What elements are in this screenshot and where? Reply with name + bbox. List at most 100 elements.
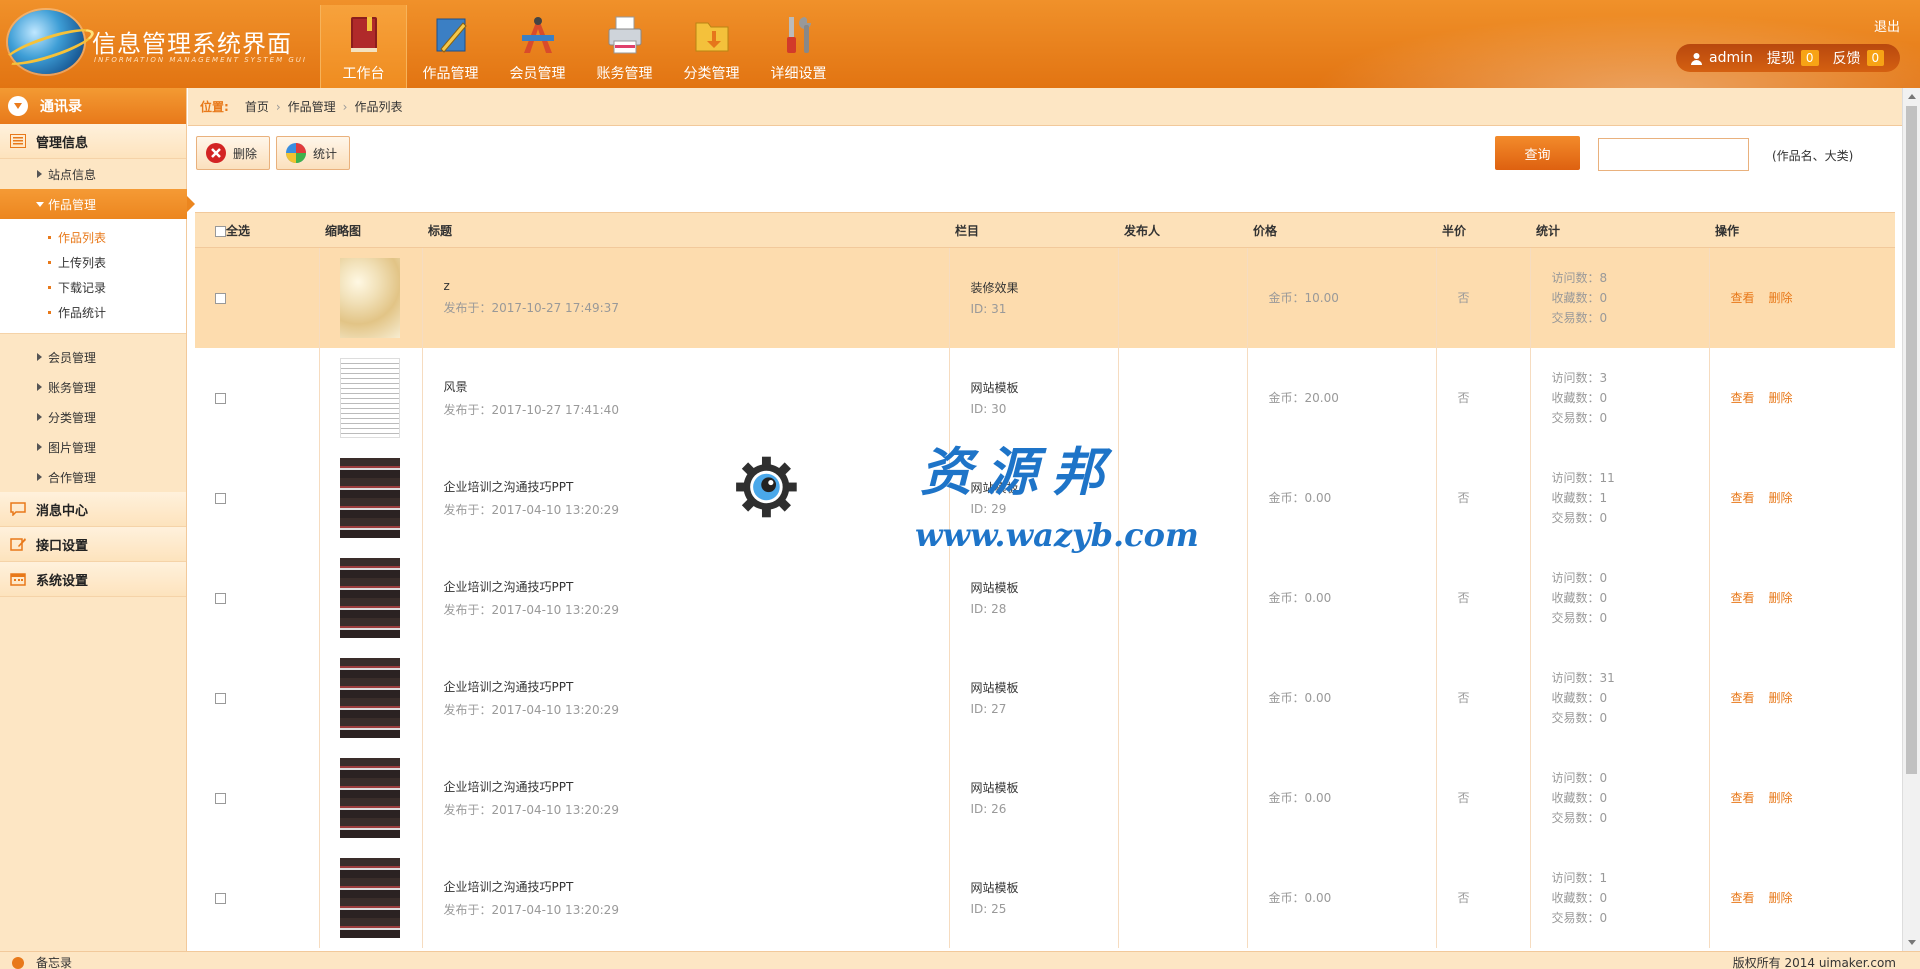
sidebar-item-accounts[interactable]: 账务管理 — [0, 372, 186, 402]
withdraw-link[interactable]: 提现 — [1767, 48, 1795, 68]
half-price-cell: 否 — [1436, 347, 1531, 448]
copyright: 版权所有 2014 uimaker.com — [1732, 956, 1896, 969]
row-checkbox[interactable] — [215, 792, 226, 804]
topnav-accounts[interactable]: 账务管理 — [581, 5, 668, 88]
row-checkbox[interactable] — [215, 492, 226, 504]
delete-button[interactable]: 删除 — [196, 136, 271, 170]
breadcrumb-works[interactable]: 作品管理 — [288, 98, 336, 115]
ops-cell: 查看 删除 — [1709, 748, 1895, 848]
row-checkbox[interactable] — [215, 292, 226, 304]
view-link[interactable]: 查看 — [1731, 591, 1755, 605]
deal-count: 交易数：0 — [1551, 910, 1608, 925]
deal-count: 交易数：0 — [1551, 510, 1608, 525]
column-name: 网站模板 — [970, 681, 1019, 695]
row-checkbox[interactable] — [215, 392, 226, 404]
work-title[interactable]: 风景 — [444, 378, 949, 395]
view-link[interactable]: 查看 — [1731, 391, 1755, 405]
work-title[interactable]: 企业培训之沟通技巧PPT — [444, 678, 949, 695]
half-price-value: 否 — [1457, 391, 1470, 405]
thumbnail-image[interactable] — [339, 457, 400, 538]
work-id: ID: 25 — [970, 902, 1007, 916]
work-title[interactable]: 企业培训之沟通技巧PPT — [444, 778, 949, 795]
delete-link[interactable]: 删除 — [1769, 291, 1793, 305]
thumbnail-image[interactable] — [339, 257, 400, 338]
submenu-label: 下载记录 — [58, 281, 107, 295]
column-name: 网站模板 — [970, 781, 1019, 795]
sidebar-item-site-info[interactable]: 站点信息 — [0, 159, 186, 189]
scrollbar-thumb[interactable] — [1906, 106, 1917, 774]
price-cell: 金币：20.00 — [1247, 347, 1437, 448]
column-name: 网站模板 — [970, 381, 1019, 395]
delete-link[interactable]: 删除 — [1769, 791, 1793, 805]
thumbnail-image[interactable] — [339, 757, 400, 838]
topnav-works[interactable]: 作品管理 — [407, 5, 494, 88]
query-button[interactable]: 查询 — [1495, 136, 1580, 170]
breadcrumb-home[interactable]: 首页 — [245, 98, 269, 115]
feedback-link[interactable]: 反馈 — [1833, 48, 1861, 68]
thumbnail-image[interactable] — [339, 557, 400, 638]
row-checkbox[interactable] — [215, 692, 226, 704]
select-all-checkbox[interactable] — [215, 225, 226, 237]
work-title[interactable]: z — [444, 279, 949, 293]
sidebar-section-system[interactable]: 系统设置 — [0, 562, 186, 597]
search-input[interactable] — [1598, 138, 1749, 171]
thumbnail-image[interactable] — [339, 857, 400, 938]
view-link[interactable]: 查看 — [1731, 291, 1755, 305]
thumb-cell — [319, 847, 423, 948]
table-body: z 发布于：2017-10-27 17:49:37 装修效果 ID: 31 金币：10.… — [195, 247, 1895, 948]
work-id: ID: 26 — [970, 802, 1007, 816]
topnav-members[interactable]: 会员管理 — [494, 5, 581, 88]
breadcrumb: 位置: 首页 › 作品管理 › 作品列表 — [188, 88, 1902, 126]
sidebar-contacts[interactable]: 通讯录 — [0, 88, 186, 124]
view-link[interactable]: 查看 — [1731, 891, 1755, 905]
ops-cell: 查看 删除 — [1709, 348, 1895, 448]
sidebar-item-members[interactable]: 会员管理 — [0, 342, 186, 372]
submenu-upload-list[interactable]: 上传列表 — [0, 250, 186, 275]
topnav-label: 作品管理 — [422, 66, 479, 82]
view-link[interactable]: 查看 — [1731, 791, 1755, 805]
topnav-categories[interactable]: 分类管理 — [668, 5, 755, 88]
sidebar-item-cooperation[interactable]: 合作管理 — [0, 462, 186, 492]
visit-count: 访问数：3 — [1551, 370, 1608, 385]
sidebar-section-manage[interactable]: 管理信息 — [0, 124, 186, 159]
half-price-cell: 否 — [1436, 647, 1531, 748]
stats-button[interactable]: 统计 — [276, 136, 351, 170]
sidebar-section-api[interactable]: 接口设置 — [0, 527, 186, 562]
price-cell: 金币：10.00 — [1247, 247, 1437, 348]
vertical-scrollbar[interactable] — [1902, 88, 1920, 951]
work-title[interactable]: 企业培训之沟通技巧PPT — [444, 578, 949, 595]
sidebar-item-categories[interactable]: 分类管理 — [0, 402, 186, 432]
submenu-works-list[interactable]: 作品列表 — [0, 225, 186, 250]
deal-count: 交易数：0 — [1551, 710, 1608, 725]
submenu-download-records[interactable]: 下载记录 — [0, 275, 186, 300]
topnav-settings[interactable]: 详细设置 — [755, 5, 842, 88]
thumbnail-image[interactable] — [339, 357, 400, 438]
delete-link[interactable]: 删除 — [1769, 591, 1793, 605]
sidebar-item-images[interactable]: 图片管理 — [0, 432, 186, 462]
delete-link[interactable]: 删除 — [1769, 691, 1793, 705]
topnav-label: 账务管理 — [596, 66, 653, 82]
sidebar-item-works[interactable]: 作品管理 — [0, 189, 195, 219]
memo-link[interactable]: 备忘录 — [12, 954, 72, 969]
username[interactable]: admin — [1709, 50, 1753, 66]
delete-link[interactable]: 删除 — [1769, 891, 1793, 905]
column-header: 栏目 — [949, 212, 1118, 248]
work-title[interactable]: 企业培训之沟通技巧PPT — [444, 878, 949, 895]
delete-link[interactable]: 删除 — [1769, 391, 1793, 405]
row-checkbox[interactable] — [215, 592, 226, 604]
app-subtitle: INFORMATION MANAGEMENT SYSTEM GUI — [94, 56, 307, 64]
sidebar-section-messages[interactable]: 消息中心 — [0, 492, 186, 527]
delete-link[interactable]: 删除 — [1769, 491, 1793, 505]
submenu-works-stats[interactable]: 作品统计 — [0, 300, 186, 325]
view-link[interactable]: 查看 — [1731, 691, 1755, 705]
row-checkbox[interactable] — [215, 892, 226, 904]
logout-link[interactable]: 退出 — [1874, 16, 1900, 35]
scroll-up-icon[interactable] — [1908, 94, 1916, 99]
thumb-cell — [319, 547, 423, 648]
thumbnail-image[interactable] — [339, 657, 400, 738]
view-link[interactable]: 查看 — [1731, 491, 1755, 505]
scroll-down-icon[interactable] — [1908, 940, 1916, 945]
topnav-workbench[interactable]: 工作台 — [320, 5, 407, 88]
table-row: 企业培训之沟通技巧PPT 发布于：2017-04-10 13:20:29 网站模板 I… — [195, 847, 1895, 948]
price-value: 金币：0.00 — [1268, 891, 1332, 905]
